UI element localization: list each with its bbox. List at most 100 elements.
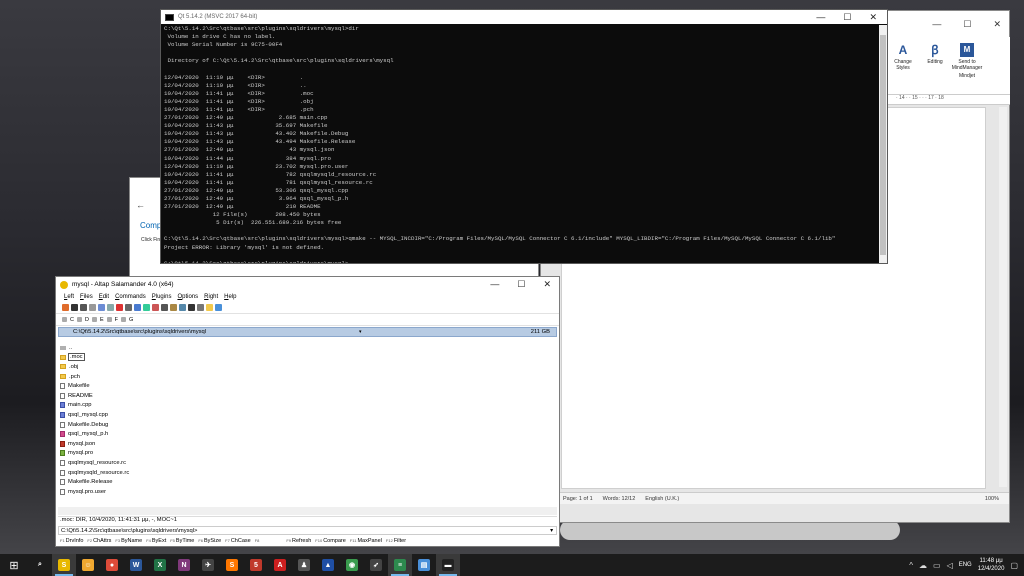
cmd-maximize-icon[interactable]: ☐ bbox=[843, 12, 851, 23]
fkey-f12[interactable]: F12Filter bbox=[386, 538, 406, 544]
cmd-scrollbar[interactable] bbox=[879, 25, 887, 263]
toolbar-cmd-icon[interactable] bbox=[188, 304, 195, 311]
clock[interactable]: 11:48 μμ 12/4/2020 bbox=[978, 557, 1005, 573]
file-row[interactable]: Makefile.Debug bbox=[58, 420, 557, 430]
taskbar-app-doc[interactable]: ▤ bbox=[412, 554, 436, 576]
toolbar-view-icon[interactable] bbox=[143, 304, 150, 311]
path-bar[interactable]: C:\Qt\5.14.2\Src\qtbase\src\plugins\sqld… bbox=[58, 327, 557, 337]
cmd-scroll-thumb[interactable] bbox=[880, 35, 886, 255]
taskbar-chrome[interactable]: ● bbox=[100, 554, 124, 576]
file-row[interactable]: Makefile.Release bbox=[58, 477, 557, 487]
cmd-window[interactable]: Qt 5.14.2 (MSVC 2017 64-bit) — ☐ ✕ C:\Qt… bbox=[160, 9, 888, 264]
taskbar-search[interactable]: ⌕ bbox=[28, 554, 52, 576]
fkey-f2[interactable]: F2ChAttrs bbox=[87, 538, 111, 544]
fkey-f10[interactable]: F10Compare bbox=[315, 538, 346, 544]
file-list-scrollbar[interactable] bbox=[58, 507, 557, 515]
taskbar-app-circle[interactable]: ◉ bbox=[340, 554, 364, 576]
taskbar-console[interactable]: ▬ bbox=[436, 554, 460, 576]
taskbar-sublime[interactable]: S bbox=[220, 554, 244, 576]
taskbar-app-shoe[interactable]: ♟ bbox=[292, 554, 316, 576]
fkey-f4[interactable]: F4ByExt bbox=[146, 538, 166, 544]
file-row[interactable]: README bbox=[58, 391, 557, 401]
fkey-f9[interactable]: F9Refresh bbox=[286, 538, 311, 544]
file-row[interactable]: .obj bbox=[58, 362, 557, 372]
menu-item-edit[interactable]: Edit bbox=[99, 294, 109, 300]
toolbar-menu-icon[interactable] bbox=[197, 304, 204, 311]
menu-item-right[interactable]: Right bbox=[204, 294, 218, 300]
word-minimize-icon[interactable]: — bbox=[932, 19, 941, 29]
command-line[interactable]: C:\Qt\5.14.2\Src\qtbase\src\plugins\sqld… bbox=[58, 526, 557, 535]
editing-button[interactable]: ꞵ Editing bbox=[922, 43, 948, 88]
menu-item-commands[interactable]: Commands bbox=[115, 294, 146, 300]
menu-item-files[interactable]: Files bbox=[80, 294, 93, 300]
toolbar-back-icon[interactable] bbox=[71, 304, 78, 311]
status-language[interactable]: English (U.K.) bbox=[645, 496, 679, 502]
taskbar-onenote[interactable]: N bbox=[172, 554, 196, 576]
taskbar-app-blue[interactable]: ▲ bbox=[316, 554, 340, 576]
toolbar-drive-icon[interactable] bbox=[62, 304, 69, 311]
menu-item-options[interactable]: Options bbox=[177, 294, 198, 300]
toolbar-delete-icon[interactable] bbox=[152, 304, 159, 311]
file-row[interactable]: qsqlmysql_resource.rc bbox=[58, 458, 557, 468]
status-words[interactable]: Words: 12/12 bbox=[603, 496, 636, 502]
toolbar-copy-icon[interactable] bbox=[116, 304, 123, 311]
fkey-f6[interactable]: F6BySize bbox=[198, 538, 221, 544]
word-maximize-icon[interactable]: ☐ bbox=[963, 19, 971, 30]
send-to-mindmanager-button[interactable]: M Send to MindManager Mindjet bbox=[952, 43, 982, 88]
word-close-icon[interactable]: ✕ bbox=[993, 19, 1001, 30]
fkey-f7[interactable]: F7ChCase bbox=[225, 538, 251, 544]
status-page[interactable]: Page: 1 of 1 bbox=[563, 496, 593, 502]
fkey-f11[interactable]: F11MaxPanel bbox=[350, 538, 382, 544]
salamander-minimize-icon[interactable]: — bbox=[490, 279, 499, 290]
toolbar-filter-icon[interactable] bbox=[107, 304, 114, 311]
path-dropdown-icon[interactable]: ▾ bbox=[359, 329, 362, 335]
file-row[interactable]: Makefile bbox=[58, 381, 557, 391]
taskbar-acrobat[interactable]: A bbox=[268, 554, 292, 576]
taskbar-word[interactable]: W bbox=[124, 554, 148, 576]
notifications-icon[interactable]: ▢ bbox=[1010, 561, 1018, 570]
drive-button-e[interactable]: E bbox=[100, 317, 104, 323]
taskbar-excel[interactable]: X bbox=[148, 554, 172, 576]
change-styles-button[interactable]: A Change Styles bbox=[890, 43, 916, 88]
toolbar-select-icon[interactable] bbox=[98, 304, 105, 311]
taskbar-salamander[interactable]: S bbox=[52, 554, 76, 576]
drive-button-c[interactable]: C bbox=[70, 317, 74, 323]
fkey-f1[interactable]: F1DrvInfo bbox=[60, 538, 83, 544]
current-path[interactable]: C:\Qt\5.14.2\Src\qtbase\src\plugins\sqld… bbox=[73, 329, 206, 335]
file-row[interactable]: mysql.pro bbox=[58, 449, 557, 459]
file-row[interactable]: .. bbox=[58, 343, 557, 353]
taskbar-plane[interactable]: ✈ bbox=[196, 554, 220, 576]
file-row[interactable]: mysql.pro.user bbox=[58, 487, 557, 497]
zoom-level[interactable]: 100% bbox=[985, 496, 999, 502]
cmd-close-icon[interactable]: ✕ bbox=[869, 12, 877, 23]
start-button[interactable]: ⊞ bbox=[0, 554, 28, 576]
taskbar-app-yellow[interactable]: ☺ bbox=[76, 554, 100, 576]
command-line-dropdown-icon[interactable]: ▾ bbox=[550, 528, 556, 534]
drive-button-d[interactable]: D bbox=[85, 317, 89, 323]
fkey-f8[interactable]: F8 bbox=[255, 538, 261, 544]
file-list[interactable]: .. .moc .obj .pch Makefile README main.cpp qsql… bbox=[58, 343, 557, 507]
menu-item-help[interactable]: Help bbox=[224, 294, 236, 300]
file-row[interactable]: qsqlmysqld_resource.rc bbox=[58, 468, 557, 478]
toolbar-find-icon[interactable] bbox=[179, 304, 186, 311]
file-row[interactable]: .moc bbox=[58, 353, 557, 363]
salamander-window[interactable]: mysql - Altap Salamander 4.0 (x64) — ☐ ✕… bbox=[55, 276, 560, 547]
command-line-text[interactable]: C:\Qt\5.14.2\Src\qtbase\src\plugins\sqld… bbox=[61, 528, 197, 534]
file-row[interactable]: mysql.json bbox=[58, 439, 557, 449]
taskbar-app-rocket[interactable]: ➶ bbox=[364, 554, 388, 576]
toolbar-pack-icon[interactable] bbox=[170, 304, 177, 311]
drive-button-f[interactable]: F bbox=[115, 317, 118, 323]
fkey-f5[interactable]: F5ByTime bbox=[170, 538, 194, 544]
tray-expand-icon[interactable]: ^ bbox=[909, 561, 913, 570]
toolbar-paste-icon[interactable] bbox=[134, 304, 141, 311]
menu-item-plugins[interactable]: Plugins bbox=[152, 294, 172, 300]
taskbar-notepad[interactable]: ≡ bbox=[388, 554, 412, 576]
file-row[interactable]: .pch bbox=[58, 372, 557, 382]
salamander-maximize-icon[interactable]: ☐ bbox=[517, 279, 525, 290]
toolbar-panel-icon[interactable] bbox=[215, 304, 222, 311]
word-vertical-scrollbar[interactable] bbox=[999, 107, 1007, 487]
cmd-output[interactable]: C:\Qt\5.14.2\Src\qtbase\src\plugins\sqld… bbox=[162, 25, 878, 263]
file-row[interactable]: qsql_mysql_p.h bbox=[58, 429, 557, 439]
language-indicator[interactable]: ENG bbox=[959, 562, 972, 568]
salamander-close-icon[interactable]: ✕ bbox=[543, 279, 551, 290]
